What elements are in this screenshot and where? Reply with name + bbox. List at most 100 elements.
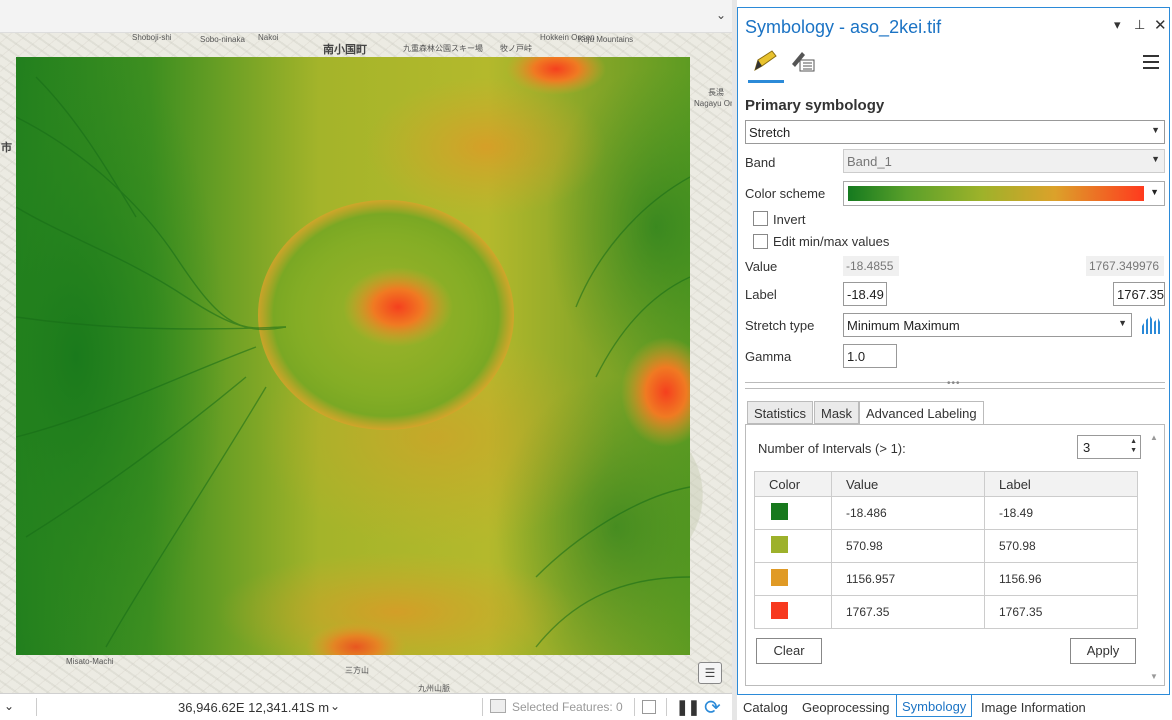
column-header-value[interactable]: Value [831,471,985,497]
color-swatch[interactable] [771,503,788,520]
map-view[interactable]: ⌄ Shoboji-shi Sobo-ninaka Nakoi 南小国町 九重森… [0,0,732,720]
chevron-down-icon: ▼ [1151,154,1160,164]
chevron-down-icon: ▼ [1150,187,1159,197]
stretch-type-select[interactable]: Minimum Maximum ▼ [843,313,1132,337]
label-label: Label [745,287,777,302]
map-label: Kuju Mountains [578,35,634,44]
layers-list-icon[interactable]: ☰ [698,662,722,684]
apply-button[interactable]: Apply [1070,638,1136,664]
chevron-down-icon: ▼ [1118,318,1127,328]
primary-symbology-tab-icon[interactable] [752,48,780,74]
map-label: Misato-Machi [66,657,114,666]
intervals-value: 3 [1083,440,1091,455]
map-label: Nakoi [258,33,279,42]
pause-drawing-icon[interactable]: ❚❚ [676,698,700,716]
renderer-select[interactable]: Stretch ▼ [745,120,1165,144]
tab-catalog[interactable]: Catalog [738,698,793,717]
row-label[interactable]: 1767.35 [984,595,1138,629]
map-label: 牧ノ戸峠 [500,44,532,53]
color-swatch[interactable] [771,569,788,586]
row-value[interactable]: 1767.35 [831,595,985,629]
label-min-input[interactable]: -18.49 [843,282,887,306]
refresh-icon[interactable]: ⟳ [704,695,721,720]
color-scheme-label: Color scheme [745,186,826,201]
coordinate-readout: 36,946.62E 12,341.41S m [178,700,330,715]
color-swatch[interactable] [771,536,788,553]
table-row[interactable]: 1156.957 1156.96 [754,562,1138,596]
invert-label: Invert [773,212,806,227]
divider [634,698,635,716]
menu-icon[interactable] [1143,55,1159,69]
map-label: 三方山 [345,666,369,675]
chevron-down-icon: ▼ [1151,125,1160,135]
map-label: 九重森林公園スキー場 [403,44,483,53]
chevron-down-icon[interactable]: ⌄ [716,8,726,22]
divider [36,698,37,716]
invert-checkbox[interactable] [753,211,768,226]
row-value[interactable]: -18.486 [831,496,985,530]
edit-minmax-label: Edit min/max values [773,234,890,249]
panel-splitter[interactable]: ••• [745,378,1165,389]
band-select: Band_1 ▼ [843,149,1165,173]
scale-dropdown[interactable]: ⌄ [4,699,14,713]
raster-image [16,57,690,655]
row-label[interactable]: 1156.96 [984,562,1138,596]
map-statusbar: ⌄ 36,946.62E 12,341.41S m ⌄ Selected Fea… [0,693,732,720]
selection-icon [490,699,506,713]
close-icon[interactable]: ✕ [1154,16,1167,34]
tab-mask[interactable]: Mask [814,401,860,424]
row-label[interactable]: -18.49 [984,496,1138,530]
table-row[interactable]: 1767.35 1767.35 [754,595,1138,629]
map-label: 南小国町 [323,44,367,56]
tab-symbology[interactable]: Symbology [896,695,973,717]
stretch-type-value: Minimum Maximum [847,318,960,333]
vertical-scrollbar[interactable]: ▲ ▼ [1148,433,1162,681]
pane-options-icon[interactable]: ▾ [1114,17,1121,33]
coordinate-format-dropdown[interactable]: ⌄ [330,699,340,713]
map-label: Nagayu Onsen [694,99,732,108]
color-swatch[interactable] [771,602,788,619]
intervals-label: Number of Intervals (> 1): [758,441,906,456]
map-label: 長湯 [708,88,724,97]
spin-arrows-icon[interactable]: ▲ ▼ [1130,437,1137,455]
tab-image-information[interactable]: Image Information [976,698,1091,717]
tab-statistics[interactable]: Statistics [747,401,814,424]
row-value[interactable]: 570.98 [831,529,985,563]
filter-icon[interactable] [642,700,656,714]
labeling-table: Color Value Label -18.486 -18.49 570.98 … [754,471,1138,629]
pin-icon[interactable]: ⊥ [1134,17,1145,33]
color-scheme-select[interactable]: ▼ [843,181,1165,206]
gamma-label: Gamma [745,349,792,364]
active-tab-indicator [748,80,784,83]
secondary-symbology-tab-icon[interactable] [788,48,816,74]
advanced-labeling-panel: Number of Intervals (> 1): 3 ▲ ▼ ▲ ▼ Colo… [745,424,1165,686]
edit-minmax-checkbox[interactable] [753,234,768,249]
gamma-input[interactable]: 1.0 [843,344,897,368]
tab-geoprocessing[interactable]: Geoprocessing [797,698,894,717]
value-label: Value [745,259,778,274]
bottom-pane-tabs: Catalog Geoprocessing Symbology Image In… [737,695,1172,720]
band-label: Band [745,155,776,170]
clear-button[interactable]: Clear [756,638,822,664]
scroll-down-icon[interactable]: ▼ [1150,672,1158,681]
color-ramp-preview [848,186,1144,201]
map-label: Sobo-ninaka [200,35,245,44]
divider [666,698,667,716]
map-label: Shoboji-shi [132,33,172,42]
intervals-stepper[interactable]: 3 ▲ ▼ [1077,435,1141,459]
table-row[interactable]: -18.486 -18.49 [754,496,1138,530]
column-header-label[interactable]: Label [984,471,1138,497]
label-max-input[interactable]: 1767.35 [1113,282,1165,306]
map-label: 市 [1,142,12,154]
tab-advanced-labeling[interactable]: Advanced Labeling [859,401,984,425]
histogram-icon[interactable] [1142,316,1162,334]
map-topbar: ⌄ [0,0,732,33]
selected-features-count[interactable]: Selected Features: 0 [512,700,623,714]
row-value[interactable]: 1156.957 [831,562,985,596]
divider [482,698,483,716]
renderer-select-value: Stretch [749,125,791,140]
table-row[interactable]: 570.98 570.98 [754,529,1138,563]
column-header-color[interactable]: Color [754,471,832,497]
row-label[interactable]: 570.98 [984,529,1138,563]
scroll-up-icon[interactable]: ▲ [1150,433,1158,442]
